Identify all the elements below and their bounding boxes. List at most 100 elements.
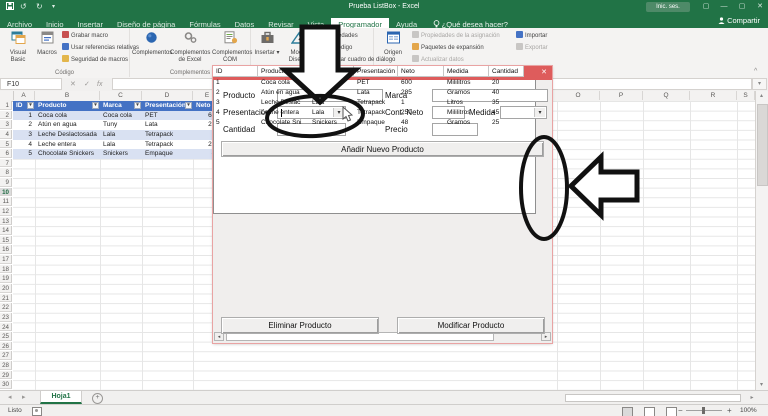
listbox-cell[interactable]: Coca cola xyxy=(258,78,309,88)
listbox-cell[interactable]: Coca cola xyxy=(309,78,354,88)
row-header-12[interactable]: 12 xyxy=(0,206,12,216)
listbox-cell[interactable]: 250 xyxy=(398,108,444,118)
table-cell[interactable]: Lata xyxy=(142,120,193,130)
row-header-6[interactable]: 6 xyxy=(0,149,12,158)
complementos-com-button[interactable]: Complementos COM xyxy=(212,30,252,68)
scroll-right-icon[interactable]: ▸ xyxy=(745,394,759,402)
row-header-7[interactable]: 7 xyxy=(0,158,12,168)
ribbon-button-usar-referencias-relativas[interactable]: Usar referencias relativas xyxy=(62,43,139,54)
row-header-24[interactable]: 24 xyxy=(0,322,12,332)
listbox-cell[interactable]: PET xyxy=(354,78,398,88)
listbox-cell[interactable]: Chocolate Sni xyxy=(258,118,309,128)
row-header-19[interactable]: 19 xyxy=(0,274,12,284)
table-cell[interactable]: PET xyxy=(142,110,193,121)
horizontal-scrollbar[interactable] xyxy=(565,394,741,402)
column-header-O[interactable]: O xyxy=(557,91,600,100)
column-header-C[interactable]: C xyxy=(100,91,142,100)
table-cell[interactable]: Lala xyxy=(100,139,142,150)
row-header-8[interactable]: 8 xyxy=(0,168,12,178)
listbox-cell[interactable]: 4 xyxy=(213,108,258,118)
row-header-26[interactable]: 26 xyxy=(0,341,12,351)
listbox-cell[interactable]: Litros xyxy=(444,98,489,108)
listbox-cell[interactable]: Empaque xyxy=(354,118,398,128)
row-header-17[interactable]: 17 xyxy=(0,255,12,264)
row-header-18[interactable]: 18 xyxy=(0,264,12,274)
table-cell[interactable]: Empaque xyxy=(142,149,193,159)
row-header-1[interactable]: 1 xyxy=(0,101,12,110)
table-cell[interactable]: 3 xyxy=(13,129,35,140)
column-header-S[interactable]: S xyxy=(737,91,755,100)
table-cell[interactable]: Chocolate Snickers xyxy=(35,149,100,159)
listbox-cell[interactable]: Lala xyxy=(309,108,354,118)
row-header-14[interactable]: 14 xyxy=(0,226,12,235)
listbox-cell[interactable]: 25 xyxy=(489,118,524,128)
minimize-button[interactable]: — xyxy=(716,0,732,14)
ribbon-button-actualizar-datos[interactable]: Actualizar datos xyxy=(412,55,464,66)
listbox-cell[interactable]: Atún en agua xyxy=(258,88,309,98)
table-cell[interactable]: Coca cola xyxy=(35,110,100,121)
row-header-15[interactable]: 15 xyxy=(0,235,12,245)
listbox-cell[interactable]: 35 xyxy=(489,98,524,108)
listbox-cell[interactable]: 5 xyxy=(213,118,258,128)
userform-close-icon[interactable]: ✕ xyxy=(541,66,547,80)
filter-dropdown-icon[interactable]: ▾ xyxy=(92,102,99,109)
row-header-21[interactable]: 21 xyxy=(0,293,12,303)
ribbon-button-ver-código[interactable]: Ver código xyxy=(315,43,352,54)
row-header-13[interactable]: 13 xyxy=(0,216,12,226)
zoom-level[interactable]: 100% xyxy=(740,405,757,416)
listbox-cell[interactable]: 1 xyxy=(398,98,444,108)
table-cell[interactable]: Snickers xyxy=(100,149,142,159)
complementos-excel-button[interactable]: Complementos de Excel xyxy=(170,30,210,68)
insertar-control-button[interactable]: Insertar ▾ xyxy=(253,30,281,68)
row-header-27[interactable]: 27 xyxy=(0,351,12,361)
listbox-cell[interactable]: Tetrapack xyxy=(354,98,398,108)
listbox-cell[interactable]: 285 xyxy=(398,88,444,98)
modify-product-button[interactable]: Modificar Producto xyxy=(397,317,545,334)
scroll-up-icon[interactable]: ▴ xyxy=(755,91,768,101)
column-header-P[interactable]: P xyxy=(600,91,643,100)
column-header-R[interactable]: R xyxy=(690,91,737,100)
listbox-cell[interactable]: 2 xyxy=(213,88,258,98)
listbox-cell[interactable]: Mililitros xyxy=(444,108,489,118)
new-sheet-button[interactable]: + xyxy=(92,393,103,404)
combo-dropdown-icon[interactable]: ▾ xyxy=(534,108,545,117)
listbox-cell[interactable]: 600 xyxy=(398,78,444,88)
confirm-entry-icon[interactable]: ✓ xyxy=(84,78,90,91)
sign-in-button[interactable]: Inic. ses. xyxy=(646,2,690,12)
restore-button[interactable]: ▢ xyxy=(734,0,750,14)
collapse-ribbon-icon[interactable]: ^ xyxy=(754,68,757,75)
table-cell[interactable]: Lala xyxy=(100,129,142,140)
modo-diseno-button[interactable]: Modo Diseño xyxy=(283,30,313,68)
table-cell[interactable]: Leche entera xyxy=(35,139,100,150)
table-cell[interactable]: Atún en agua xyxy=(35,120,100,130)
row-header-16[interactable]: 16 xyxy=(0,245,12,255)
insert-function-icon[interactable]: fx xyxy=(97,78,102,91)
select-all-corner[interactable] xyxy=(0,91,14,100)
column-header-Q[interactable]: Q xyxy=(643,91,690,100)
filter-dropdown-icon[interactable]: ▾ xyxy=(134,102,141,109)
listbox-cell[interactable]: Snickers xyxy=(309,118,354,128)
ribbon-button-propiedades[interactable]: Propiedades xyxy=(315,31,358,42)
sheet-tab-hoja1[interactable]: Hoja1 xyxy=(40,391,82,404)
row-header-30[interactable]: 30 xyxy=(0,380,12,389)
macro-record-icon[interactable] xyxy=(32,407,42,416)
table-cell[interactable]: 1 xyxy=(13,110,35,121)
share-button[interactable]: Compartir xyxy=(718,14,760,28)
row-header-9[interactable]: 9 xyxy=(0,178,12,187)
cancel-entry-icon[interactable]: ✕ xyxy=(70,78,76,91)
complementos-button[interactable]: Complementos xyxy=(132,30,172,68)
listbox-cell[interactable]: 40 xyxy=(489,88,524,98)
row-header-28[interactable]: 28 xyxy=(0,361,12,370)
listbox-cell[interactable]: Leche Deslac xyxy=(258,98,309,108)
row-header-29[interactable]: 29 xyxy=(0,370,12,380)
listbox-cell[interactable]: Tuny xyxy=(309,88,354,98)
table-cell[interactable]: Tetrapack xyxy=(142,139,193,150)
row-header-3[interactable]: 3 xyxy=(0,120,12,129)
listbox-cell[interactable]: Gramos xyxy=(444,88,489,98)
row-header-4[interactable]: 4 xyxy=(0,129,12,139)
filter-dropdown-icon[interactable]: ▾ xyxy=(185,102,192,109)
row-header-10[interactable]: 10 xyxy=(0,187,12,197)
listbox-cell[interactable]: 20 xyxy=(489,78,524,88)
macros-button[interactable]: Macros xyxy=(34,30,60,68)
product-listbox[interactable]: ID Producto Marca Presentación Neto Medida Can… xyxy=(213,66,551,342)
